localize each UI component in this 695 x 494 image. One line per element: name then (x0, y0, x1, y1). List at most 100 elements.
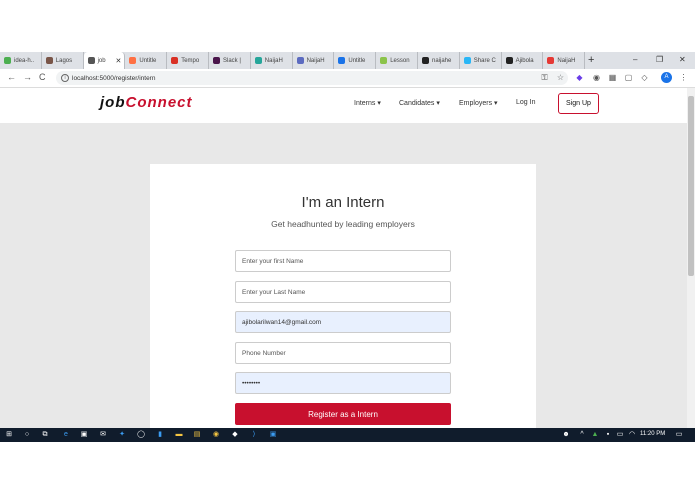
tab-favicon-icon (4, 57, 11, 64)
key-icon[interactable]: ⚿ (540, 73, 549, 82)
site-logo[interactable]: jobConnect (100, 94, 193, 111)
page-subtitle: Get headhunted by leading employers (271, 219, 415, 229)
star-icon[interactable]: ☆ (556, 73, 565, 82)
browser-tab[interactable]: Share C (460, 52, 502, 69)
signup-button[interactable]: Sign Up (558, 93, 599, 114)
edge-icon[interactable]: e (62, 431, 70, 439)
back-button[interactable]: ← (7, 72, 16, 82)
close-tab-icon[interactable]: ✕ (116, 57, 122, 65)
app-icon[interactable]: ✦ (118, 431, 126, 439)
nav-login[interactable]: Log In (516, 99, 535, 106)
tray-icon[interactable]: ▪ (604, 431, 612, 439)
reload-button[interactable]: C (39, 72, 46, 82)
tab-label: Untitle (139, 57, 157, 64)
app-icon[interactable]: ◯ (137, 431, 145, 439)
new-tab-button[interactable]: + (588, 54, 594, 66)
browser-tab[interactable]: Untitle (334, 52, 377, 69)
battery-icon[interactable]: ▭ (616, 431, 624, 439)
register-button[interactable]: Register as a Intern (235, 403, 451, 425)
store-icon[interactable]: ▣ (80, 431, 88, 439)
browser-toolbar: ← → C i localhost:5000/register/intern ⚿… (0, 69, 695, 88)
tab-favicon-icon (296, 57, 304, 64)
forward-button[interactable]: → (23, 72, 32, 82)
tab-label: Slack | (223, 57, 241, 64)
extension-icon[interactable]: ◉ (592, 73, 601, 82)
tab-favicon-icon (380, 57, 388, 64)
phone-field[interactable] (235, 342, 451, 364)
browser-tab[interactable]: Lesson (376, 52, 418, 69)
search-icon[interactable]: ○ (23, 431, 31, 439)
app-icon[interactable]: ▣ (269, 431, 277, 439)
tab-favicon-icon (505, 57, 513, 64)
app-icon[interactable]: ▮ (156, 431, 164, 439)
extension-icon[interactable]: ◇ (640, 73, 649, 82)
task-view-icon[interactable]: ⧉ (41, 431, 49, 439)
page-scrollbar[interactable] (687, 88, 695, 428)
maximize-button[interactable]: ❐ (656, 55, 663, 64)
register-card: I'm an Intern Get headhunted by leading … (150, 164, 536, 428)
tab-label: Share C (473, 57, 496, 64)
extension-icon[interactable]: ▢ (624, 73, 633, 82)
tab-label: Ajibola (515, 57, 534, 64)
nav-interns[interactable]: Interns ▾ (354, 99, 381, 107)
file-explorer-icon[interactable]: ▬ (175, 431, 183, 439)
info-icon[interactable]: i (61, 74, 69, 82)
app-icon[interactable]: ▤ (193, 431, 201, 439)
nav-employers[interactable]: Employers ▾ (459, 99, 498, 107)
taskbar-clock[interactable]: 11:20 PM (640, 431, 665, 437)
tab-label: naijahe (432, 57, 452, 64)
tab-favicon-icon (463, 57, 471, 64)
browser-tab[interactable]: job ✕ (83, 52, 126, 69)
chrome-icon[interactable]: ◉ (212, 431, 220, 439)
browser-tab[interactable]: Tempo (167, 52, 209, 69)
tab-favicon-icon (338, 57, 346, 64)
email-field[interactable] (235, 311, 451, 333)
windows-taskbar: ⊞ ○ ⧉ e ▣ ✉ ✦ ◯ ▮ ▬ ▤ ◉ ◆ ⟩ ▣ ☻ ^ ▲ ▪ ▭ … (0, 428, 695, 442)
windows-start-icon[interactable]: ⊞ (5, 431, 13, 439)
profile-avatar[interactable]: A (661, 72, 672, 83)
tab-label: Lesson (390, 57, 410, 64)
extension-icon[interactable]: ▦ (608, 73, 617, 82)
browser-tab[interactable]: Untitle (125, 52, 168, 69)
wifi-icon[interactable]: ◠ (628, 431, 636, 439)
tray-icon[interactable]: ▲ (591, 431, 599, 439)
browser-tab[interactable]: NaijaH (293, 52, 335, 69)
site-navbar: jobConnect Interns ▾ Candidates ▾ Employ… (0, 88, 687, 124)
notification-icon[interactable]: ▭ (675, 431, 683, 439)
browser-tab-bar: idea-h.. Lagos job ✕ Untitle Tempo Slack | Naij… (0, 52, 695, 69)
tab-favicon-icon (45, 57, 53, 64)
browser-tab[interactable]: idea-h.. (0, 52, 42, 69)
tab-label: Tempo (181, 57, 200, 64)
people-icon[interactable]: ☻ (562, 431, 570, 439)
browser-tab[interactable]: Lagos (42, 52, 84, 69)
tab-favicon-icon (171, 57, 179, 64)
first-name-field[interactable] (235, 250, 451, 272)
password-field[interactable] (235, 372, 451, 394)
scrollbar-thumb[interactable] (688, 96, 694, 276)
app-icon[interactable]: ◆ (231, 431, 239, 439)
nav-candidates[interactable]: Candidates ▾ (399, 99, 440, 107)
last-name-field[interactable] (235, 281, 451, 303)
tab-label: NaijaH (264, 57, 283, 64)
vscode-icon[interactable]: ⟩ (250, 431, 258, 439)
menu-icon[interactable]: ⋮ (679, 73, 688, 82)
tab-favicon-icon (213, 57, 220, 64)
url-text[interactable]: localhost:5000/register/intern (72, 75, 155, 82)
browser-tab[interactable]: naijahe (418, 52, 460, 69)
chevron-up-icon[interactable]: ^ (578, 431, 586, 439)
extension-icon[interactable]: ◆ (575, 73, 584, 82)
browser-tab[interactable]: NaijaH (543, 52, 586, 69)
tab-favicon-icon (547, 57, 555, 64)
tab-label: Untitle (348, 57, 366, 64)
browser-tab[interactable]: Ajibola (502, 52, 544, 69)
address-bar[interactable]: i localhost:5000/register/intern (56, 71, 568, 85)
tab-label: job (97, 57, 106, 64)
tab-label: Lagos (55, 57, 73, 64)
close-window-button[interactable]: ✕ (679, 55, 686, 64)
tab-label: NaijaH (306, 57, 325, 64)
browser-tab[interactable]: Slack | (209, 52, 251, 69)
mail-icon[interactable]: ✉ (99, 431, 107, 439)
minimize-button[interactable]: – (633, 55, 637, 64)
tab-label: idea-h.. (14, 57, 35, 64)
browser-tab[interactable]: NaijaH (251, 52, 293, 69)
